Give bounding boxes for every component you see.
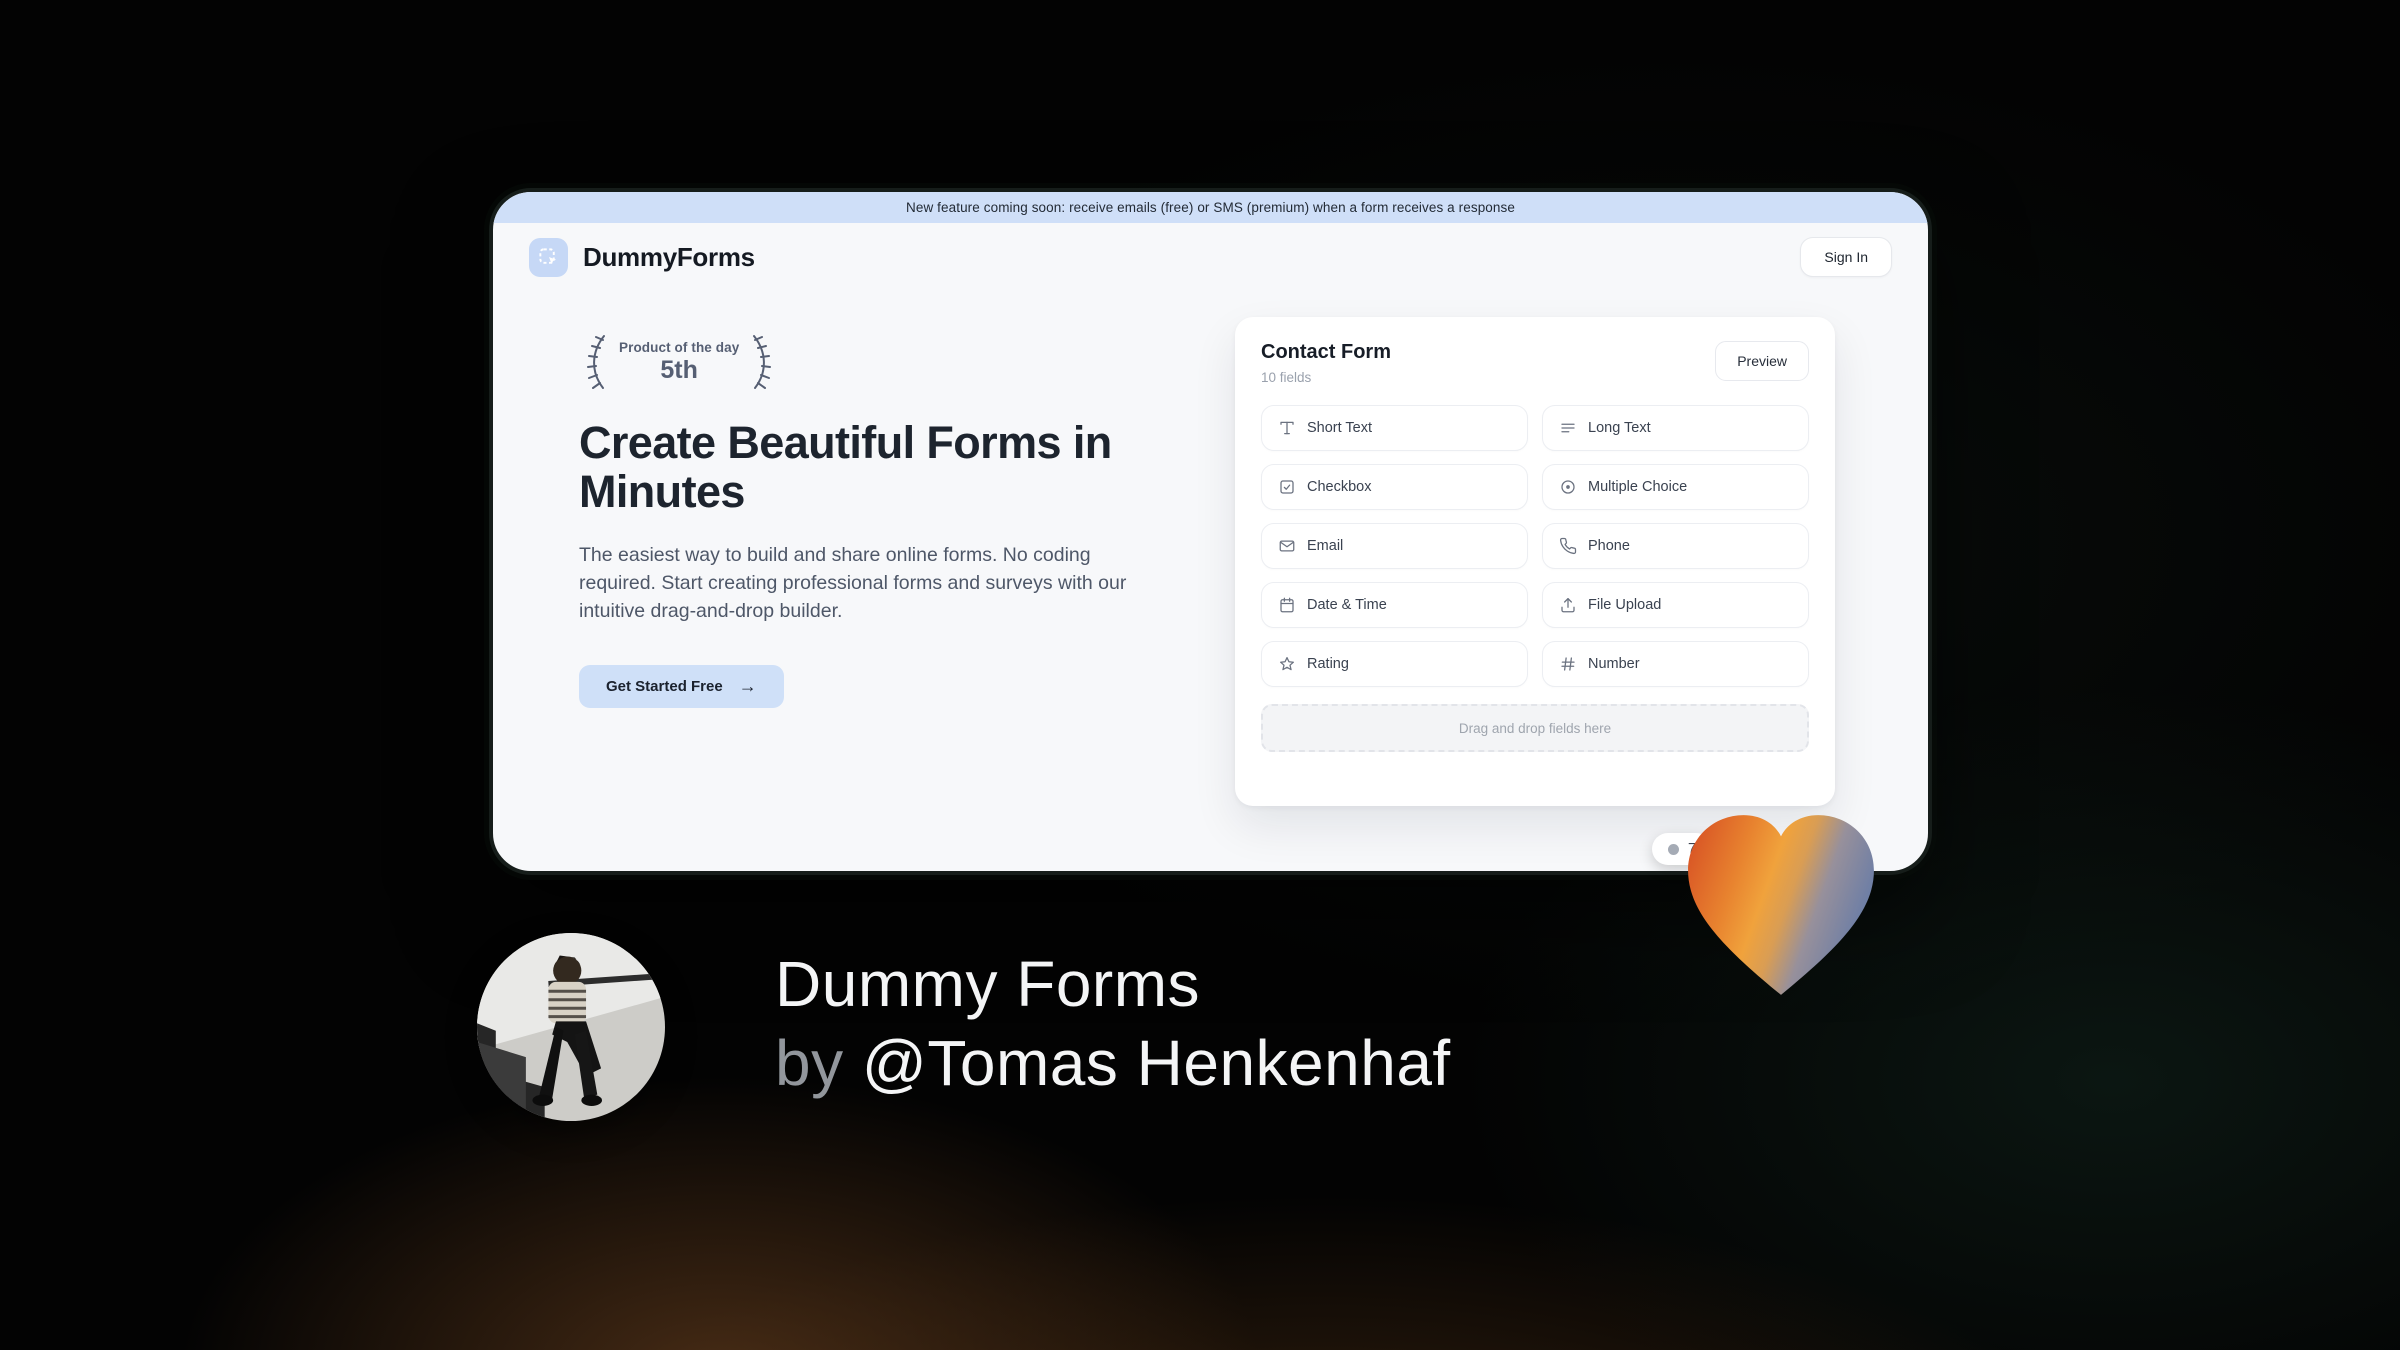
field-type-label: Multiple Choice [1588, 479, 1688, 495]
upload-icon [1559, 596, 1577, 614]
award-title: Product of the day [619, 339, 740, 355]
arrow-right-icon: → [738, 676, 757, 697]
field-type-label: File Upload [1588, 597, 1662, 613]
text-cursor-icon [1278, 419, 1296, 437]
radio-icon [1559, 478, 1577, 496]
drag-drop-text: Drag and drop fields here [1458, 720, 1612, 736]
field-type-label: Short Text [1307, 420, 1373, 436]
hero-title: Create Beautiful Forms in Minutes [579, 417, 1112, 517]
field-type-label: Date & Time [1307, 597, 1387, 613]
form-builder-card: Contact Form 10 fields Preview Short Tex… [1235, 317, 1835, 806]
laurel-left-icon [587, 335, 605, 389]
selection-cursor-icon [539, 247, 557, 264]
form-card-header: Contact Form 10 fields Preview [1261, 341, 1809, 385]
field-type-date-time[interactable]: Date & Time [1261, 582, 1528, 628]
product-name-text: Dummy Forms [775, 948, 1201, 1020]
field-type-long-text[interactable]: Long Text [1542, 405, 1809, 451]
field-type-number[interactable]: Number [1542, 641, 1809, 687]
field-type-label: Checkbox [1307, 479, 1372, 495]
field-type-checkbox[interactable]: Checkbox [1261, 464, 1528, 510]
field-type-rating[interactable]: Rating [1261, 641, 1528, 687]
align-left-icon [1559, 419, 1577, 437]
mail-icon [1278, 537, 1296, 555]
get-started-button[interactable]: Get Started Free → [579, 665, 784, 709]
sign-in-button[interactable]: Sign In [1800, 237, 1892, 277]
calendar-icon [1278, 596, 1296, 614]
field-type-label: Email [1307, 538, 1344, 554]
field-type-grid: Short Text Long Text Checkbox Multiple Choi… [1261, 405, 1809, 687]
star-icon [1278, 655, 1296, 673]
dot-icon [1668, 843, 1679, 855]
award-rank: 5th [660, 355, 698, 384]
announcement-text: New feature coming soon: receive emails … [906, 200, 1515, 215]
hero-section: Product of the day 5th Create Beautiful … [493, 291, 1928, 871]
field-type-label: Number [1588, 656, 1640, 672]
field-type-phone[interactable]: Phone [1542, 523, 1809, 569]
field-type-label: Phone [1588, 538, 1630, 554]
brand-logo[interactable] [529, 237, 568, 277]
gradient-heart-icon [1688, 815, 1874, 995]
checkbox-icon [1278, 478, 1296, 496]
phone-icon [1559, 537, 1577, 555]
field-type-multiple-choice[interactable]: Multiple Choice [1542, 464, 1809, 510]
author-handle: @Tomas Henkenhaf [861, 1026, 1451, 1099]
product-of-the-day-badge: Product of the day 5th [579, 331, 779, 393]
site-header: DummyForms Sign In [493, 223, 1928, 291]
byline-prefix: by [775, 1026, 862, 1099]
get-started-label: Get Started Free [606, 678, 723, 696]
author-avatar [477, 933, 665, 1121]
brand-name: DummyForms [583, 241, 755, 272]
hash-icon [1559, 655, 1577, 673]
drag-drop-zone[interactable]: Drag and drop fields here [1261, 704, 1809, 752]
award-text: Product of the day 5th [619, 340, 739, 385]
hero-copy: Product of the day 5th Create Beautiful … [579, 331, 1199, 709]
announcement-banner: New feature coming soon: receive emails … [493, 192, 1928, 223]
preview-button[interactable]: Preview [1715, 341, 1809, 381]
field-type-file-upload[interactable]: File Upload [1542, 582, 1809, 628]
field-type-short-text[interactable]: Short Text [1261, 405, 1528, 451]
field-type-label: Long Text [1588, 420, 1651, 436]
avatar-photo [477, 933, 665, 1121]
laurel-right-icon [753, 335, 772, 389]
form-title: Contact Form [1261, 341, 1391, 363]
author-credit: Dummy Forms by @Tomas Henkenhaf [775, 946, 1451, 1103]
field-type-label: Rating [1307, 656, 1349, 672]
form-field-count: 10 fields [1261, 370, 1312, 385]
byline: by @Tomas Henkenhaf [775, 1023, 1451, 1103]
hero-description: The easiest way to build and share onlin… [579, 544, 1127, 622]
form-card-titles: Contact Form 10 fields [1261, 341, 1391, 385]
browser-window: New feature coming soon: receive emails … [489, 188, 1932, 875]
field-type-email[interactable]: Email [1261, 523, 1528, 569]
